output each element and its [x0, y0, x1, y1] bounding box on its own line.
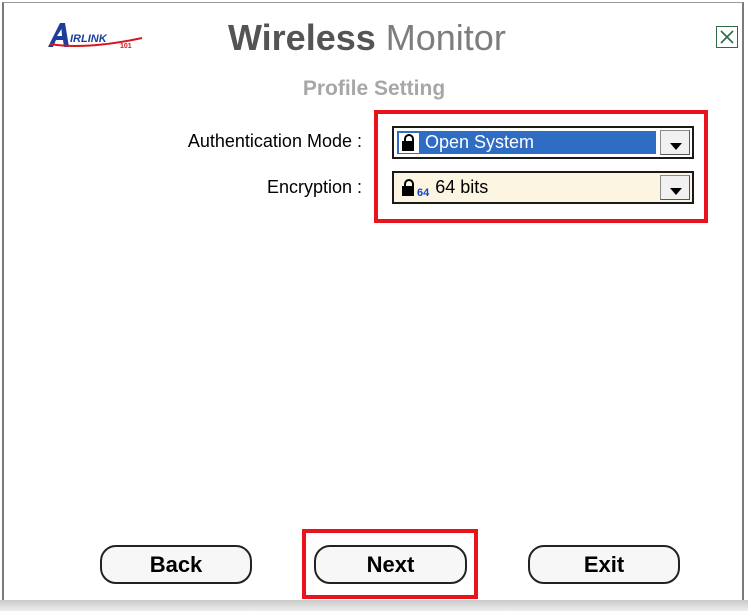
exit-button[interactable]: Exit: [528, 545, 680, 584]
close-icon: [720, 30, 734, 44]
window-bottom-edge: [0, 600, 748, 611]
app-title-light: Monitor: [375, 17, 506, 58]
svg-text:101: 101: [120, 43, 132, 50]
back-button[interactable]: Back: [100, 545, 252, 584]
section-title: Profile Setting: [302, 77, 446, 100]
svg-text:IRLINK: IRLINK: [70, 33, 108, 45]
next-highlight-box: [302, 529, 478, 599]
auth-mode-label: Authentication Mode :: [187, 131, 362, 151]
dropdowns-highlight-box: [374, 110, 708, 223]
airlink-logo: IRLINK 101: [48, 23, 143, 50]
close-button[interactable]: [716, 26, 738, 48]
app-title-bold: Wireless: [228, 17, 376, 58]
app-title: Wireless Monitor: [228, 16, 506, 60]
encryption-label: Encryption :: [266, 177, 362, 197]
